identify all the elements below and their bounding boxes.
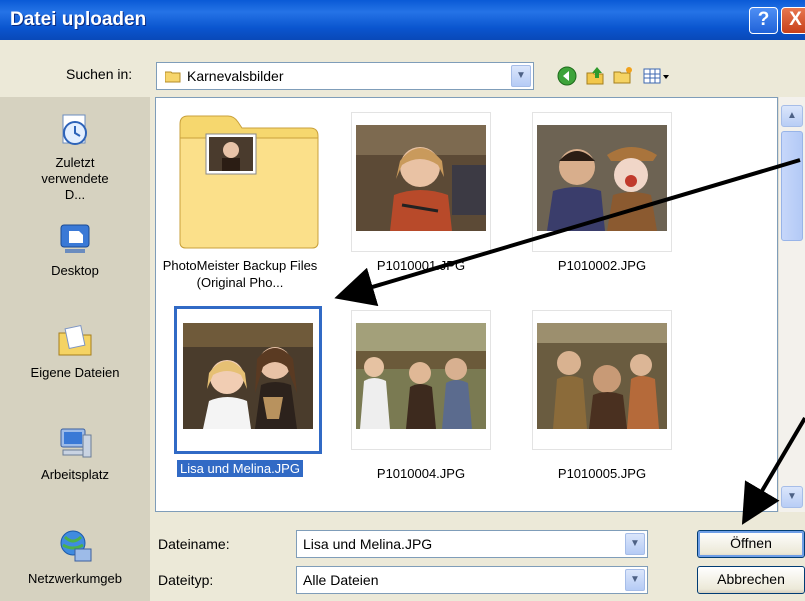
place-label: Netzwerkumgeb: [28, 571, 122, 586]
new-folder-icon[interactable]: [611, 64, 635, 88]
lookin-label: Suchen in:: [66, 66, 133, 82]
my-documents-icon: [58, 324, 92, 356]
cancel-button[interactable]: Abbrechen: [697, 566, 805, 594]
file-name: Lisa und Melina.JPG: [160, 460, 320, 477]
place-my-computer[interactable]: Arbeitsplatz: [0, 423, 150, 482]
image-thumbnail: [174, 306, 322, 454]
back-icon[interactable]: [555, 64, 579, 88]
chevron-down-icon[interactable]: ▼: [511, 65, 531, 87]
folder-icon: [179, 115, 319, 249]
window-title: Datei uploaden: [10, 9, 147, 30]
filename-value: Lisa und Melina.JPG: [303, 536, 433, 552]
my-computer-icon: [60, 428, 92, 458]
list-item-file[interactable]: P1010001.JPG: [341, 106, 501, 296]
place-label: Zuletzt verwendete D...: [41, 155, 109, 202]
help-button[interactable]: ?: [749, 7, 778, 34]
place-my-documents[interactable]: Eigene Dateien: [0, 321, 150, 380]
folder-icon: [165, 71, 181, 83]
place-label: Arbeitsplatz: [41, 467, 109, 482]
network-icon: [60, 530, 92, 562]
image-thumbnail: [532, 310, 672, 450]
list-item-file[interactable]: P1010005.JPG: [522, 304, 682, 484]
scroll-thumb[interactable]: [781, 131, 803, 241]
file-name: P1010001.JPG: [376, 258, 466, 273]
chevron-down-icon[interactable]: ▼: [625, 569, 645, 591]
list-item-file[interactable]: P1010002.JPG: [522, 106, 682, 296]
image-thumbnail: [351, 310, 491, 450]
list-item-file-selected[interactable]: Lisa und Melina.JPG: [160, 304, 322, 484]
photo-image: [537, 125, 667, 231]
place-label: Desktop: [51, 263, 99, 278]
file-name: P1010002.JPG: [557, 258, 647, 273]
up-folder-icon[interactable]: [583, 64, 607, 88]
title-bar: Datei uploaden ? X: [0, 0, 805, 40]
place-label: Eigene Dateien: [30, 365, 120, 380]
place-network[interactable]: Netzwerkumgeb: [0, 527, 150, 586]
desktop-icon: [60, 224, 90, 253]
file-list: PhotoMeister Backup Files (Original Pho.…: [155, 97, 778, 512]
photo-image: [356, 125, 486, 231]
photo-image: [537, 323, 667, 429]
filetype-value: Alle Dateien: [303, 572, 379, 588]
scroll-down-icon[interactable]: ▼: [781, 486, 803, 508]
recent-documents-icon: [62, 114, 87, 145]
photo-image: [356, 323, 486, 429]
filetype-select[interactable]: Alle Dateien ▼: [296, 566, 648, 594]
selected-file-name: Lisa und Melina.JPG: [177, 460, 303, 477]
lookin-combo[interactable]: Karnevalsbilder ▼: [156, 62, 534, 90]
lookin-value: Karnevalsbilder: [187, 68, 284, 84]
image-thumbnail: [351, 112, 491, 252]
places-bar: Zuletzt verwendete D... Desktop Eigene D…: [0, 97, 150, 601]
list-item-folder[interactable]: PhotoMeister Backup Files (Original Pho.…: [160, 106, 320, 296]
filename-label: Dateiname:: [158, 536, 230, 552]
view-menu-icon[interactable]: [641, 64, 671, 88]
file-name: PhotoMeister Backup Files (Original Pho.…: [162, 258, 318, 290]
chevron-down-icon[interactable]: ▼: [625, 533, 645, 555]
filetype-label: Dateityp:: [158, 572, 214, 588]
open-button[interactable]: Öffnen: [697, 530, 805, 558]
list-item-file[interactable]: P1010004.JPG: [341, 304, 501, 484]
place-recent[interactable]: Zuletzt verwendete D...: [0, 111, 150, 203]
filename-field[interactable]: Lisa und Melina.JPG ▼: [296, 530, 648, 558]
place-desktop[interactable]: Desktop: [0, 219, 150, 278]
file-name: P1010005.JPG: [557, 466, 647, 481]
close-button[interactable]: X: [781, 7, 805, 34]
image-thumbnail: [532, 112, 672, 252]
file-name: P1010004.JPG: [376, 466, 466, 481]
scroll-up-icon[interactable]: ▲: [781, 105, 803, 127]
photo-image: [183, 323, 313, 429]
vertical-scrollbar[interactable]: ▲ ▼: [778, 97, 805, 512]
